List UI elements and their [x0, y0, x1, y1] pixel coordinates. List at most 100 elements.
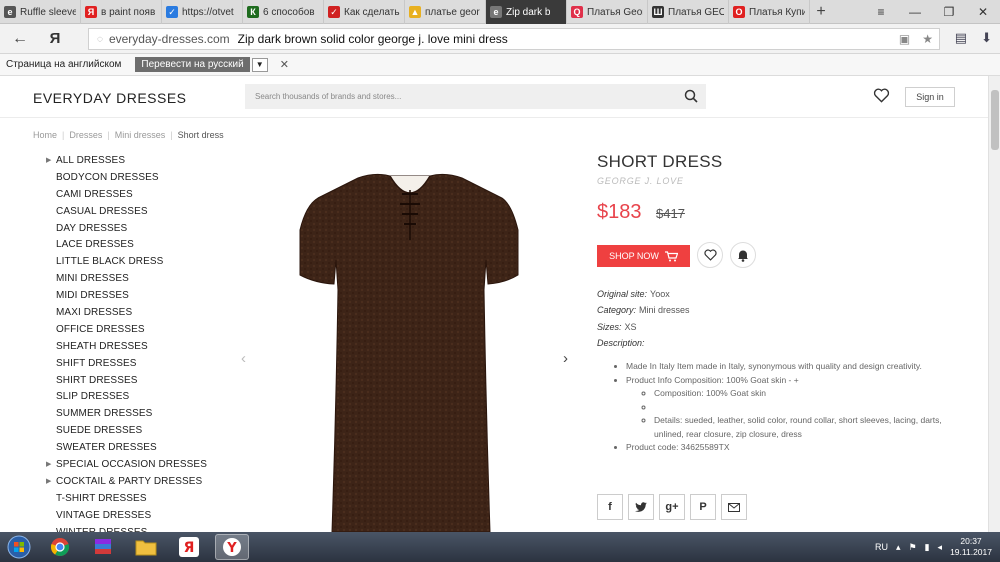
restore-icon[interactable]: ❐ — [932, 0, 966, 24]
twitter-share-icon[interactable] — [628, 494, 654, 520]
category-item[interactable]: OFFICE DRESSES — [46, 321, 207, 338]
category-item[interactable]: MIDI DRESSES — [46, 287, 207, 304]
yandex-browser-taskbar-icon[interactable]: Y — [215, 534, 249, 560]
language-indicator[interactable]: RU — [875, 542, 888, 552]
tab-list-icon[interactable]: ≡ — [864, 0, 898, 24]
bell-icon — [738, 250, 748, 262]
browser-tab[interactable]: O Платья Купи — [729, 0, 810, 24]
volume-icon[interactable]: ◂ — [938, 542, 943, 553]
category-label: ALL DRESSES — [56, 154, 126, 166]
add-to-wishlist-button[interactable] — [697, 242, 723, 268]
download-icon[interactable]: ⬇ — [981, 30, 992, 46]
extension-icon[interactable]: ▤ — [955, 30, 967, 46]
tab-favicon-icon: ▲ — [409, 6, 421, 18]
wishlist-heart-icon[interactable] — [873, 88, 890, 103]
category-item[interactable]: ▶ COCKTAIL & PARTY DRESSES — [46, 473, 207, 490]
category-item[interactable]: MAXI DRESSES — [46, 304, 207, 321]
browser-tab[interactable]: ▲ платье geor — [405, 0, 486, 24]
tab-title: Как сделать — [344, 6, 400, 18]
browser-tab[interactable]: Q Платья Geor — [567, 0, 648, 24]
category-label: OFFICE DRESSES — [56, 323, 145, 335]
site-info-icon[interactable]: ◌ — [97, 34, 103, 45]
price-alert-button[interactable] — [730, 242, 756, 268]
category-item[interactable]: ▶ SPECIAL OCCASION DRESSES — [46, 456, 207, 473]
yandex-logo-icon[interactable]: Я — [40, 30, 70, 47]
category-item[interactable]: SHEATH DRESSES — [46, 338, 207, 355]
browser-tab[interactable]: ✓ https://otvet — [162, 0, 243, 24]
product-brand[interactable]: GEORGE J. LOVE — [597, 176, 684, 186]
signin-button[interactable]: Sign in — [905, 87, 955, 107]
bookmark-star-icon[interactable]: ★ — [922, 32, 933, 46]
category-item[interactable]: SUMMER DRESSES — [46, 405, 207, 422]
explorer-taskbar-icon[interactable] — [129, 534, 163, 560]
translate-button[interactable]: Перевести на русский — [135, 57, 250, 72]
category-item[interactable]: LACE DRESSES — [46, 236, 207, 253]
tab-favicon-icon: O — [733, 6, 745, 18]
breadcrumb-home[interactable]: Home — [33, 130, 57, 140]
chrome-taskbar-icon[interactable] — [43, 534, 77, 560]
scrollbar-thumb[interactable] — [991, 90, 999, 150]
browser-tab[interactable]: e Zip dark b — [486, 0, 567, 24]
system-clock[interactable]: 20:37 19.11.2017 — [950, 536, 992, 558]
translate-close-icon[interactable]: ✕ — [280, 58, 289, 71]
tab-favicon-icon: e — [490, 6, 502, 18]
search-icon[interactable] — [684, 89, 698, 103]
category-item[interactable]: DAY DRESSES — [46, 220, 207, 237]
category-item[interactable]: SLIP DRESSES — [46, 388, 207, 405]
browser-tab[interactable]: e Ruffle sleeve — [0, 0, 81, 24]
image-next-arrow-icon[interactable]: › — [563, 350, 568, 367]
translate-dropdown-icon[interactable]: ▼ — [251, 57, 268, 72]
browser-tab[interactable]: Яв paint появ — [81, 0, 162, 24]
close-window-icon[interactable]: ✕ — [966, 0, 1000, 24]
category-label: CAMI DRESSES — [56, 188, 133, 200]
network-icon[interactable]: ▮ — [925, 542, 930, 553]
email-share-icon[interactable] — [721, 494, 747, 520]
category-item[interactable]: ▶ ALL DRESSES — [46, 152, 207, 169]
category-item[interactable]: SUEDE DRESSES — [46, 422, 207, 439]
googleplus-share-icon[interactable]: g+ — [659, 494, 685, 520]
category-item[interactable]: SHIFT DRESSES — [46, 355, 207, 372]
back-arrow-icon[interactable]: ← — [0, 30, 40, 48]
new-tab-icon[interactable]: + — [810, 0, 832, 23]
tab-title: Ruffle sleeve — [20, 6, 76, 18]
shop-now-button[interactable]: SHOP NOW — [597, 245, 690, 267]
site-search-input[interactable]: Search thousands of brands and stores... — [245, 84, 706, 109]
browser-tab[interactable]: К 6 способов — [243, 0, 324, 24]
url-field[interactable]: ◌ everyday-dresses.com Zip dark brown so… — [88, 28, 940, 50]
winrar-taskbar-icon[interactable] — [86, 534, 120, 560]
protect-icon[interactable]: ▣ — [899, 32, 910, 46]
description-subitem: Composition: 100% Goat skin — [654, 387, 956, 401]
category-item[interactable]: SHIRT DRESSES — [46, 372, 207, 389]
minimize-icon[interactable]: — — [898, 0, 932, 24]
category-label: SPECIAL OCCASION DRESSES — [56, 458, 207, 470]
description-subitem — [654, 401, 956, 415]
tray-expand-icon[interactable]: ▴ — [896, 542, 901, 553]
page-scrollbar[interactable] — [988, 76, 1000, 532]
start-button[interactable] — [4, 532, 34, 562]
yandex-taskbar-icon[interactable]: Я — [172, 534, 206, 560]
site-logo[interactable]: EVERYDAY DRESSES — [33, 90, 187, 106]
flag-icon[interactable]: ⚑ — [909, 542, 917, 553]
svg-text:Я: Я — [184, 540, 195, 556]
category-item[interactable]: T-SHIRT DRESSES — [46, 490, 207, 507]
breadcrumb-dresses[interactable]: Dresses — [69, 130, 102, 140]
tab-favicon-icon: Ш — [652, 6, 664, 18]
browser-tab[interactable]: ✓ Как сделать — [324, 0, 405, 24]
breadcrumb-mini-dresses[interactable]: Mini dresses — [115, 130, 166, 140]
windows-logo-icon — [7, 535, 31, 559]
tab-favicon-icon: Q — [571, 6, 583, 18]
image-prev-arrow-icon[interactable]: ‹ — [241, 350, 246, 367]
category-item[interactable]: VINTAGE DRESSES — [46, 507, 207, 524]
tab-title: платье geor — [425, 6, 480, 18]
browser-tab[interactable]: Ш Платья GEO — [648, 0, 729, 24]
category-item[interactable]: MINI DRESSES — [46, 270, 207, 287]
category-item[interactable]: BODYCON DRESSES — [46, 169, 207, 186]
tab-favicon-icon: ✓ — [166, 6, 178, 18]
facebook-share-icon[interactable]: f — [597, 494, 623, 520]
pinterest-share-icon[interactable]: P — [690, 494, 716, 520]
category-item[interactable]: CAMI DRESSES — [46, 186, 207, 203]
category-item[interactable]: SWEATER DRESSES — [46, 439, 207, 456]
category-item[interactable]: LITTLE BLACK DRESS — [46, 253, 207, 270]
translate-message: Страница на английском — [6, 59, 122, 70]
category-item[interactable]: CASUAL DRESSES — [46, 203, 207, 220]
